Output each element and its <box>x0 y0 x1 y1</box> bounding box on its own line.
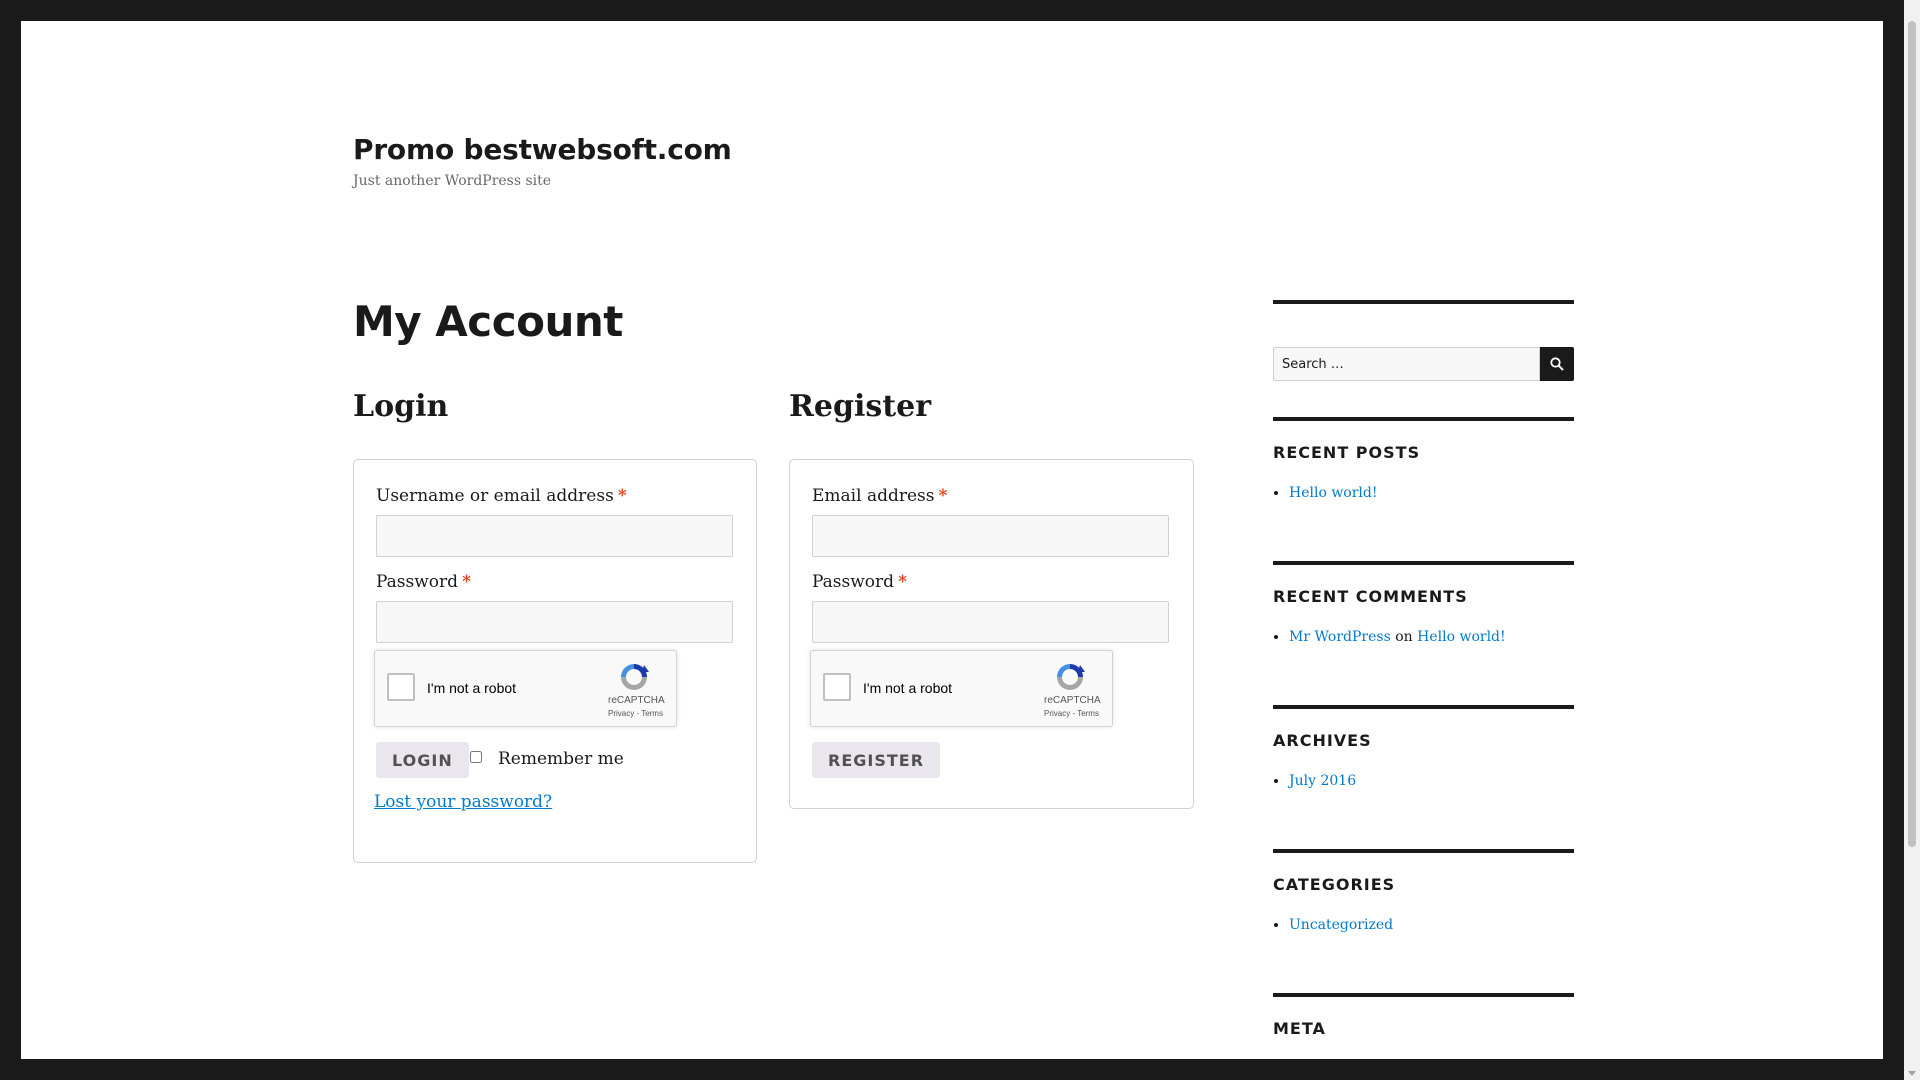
username-label: Username or email address * <box>376 486 627 506</box>
search-button[interactable] <box>1540 347 1574 381</box>
recent-comments-list: Mr WordPress on Hello world! <box>1273 629 1506 645</box>
recaptcha-label: I'm not a robot <box>427 680 517 696</box>
required-mark: * <box>938 486 948 506</box>
username-input[interactable] <box>376 515 733 557</box>
register-password-input[interactable] <box>812 601 1169 643</box>
page-title: My Account <box>353 297 623 346</box>
archives-title: ARCHIVES <box>1273 731 1372 750</box>
required-mark: * <box>462 572 471 592</box>
login-password-input[interactable] <box>376 601 733 643</box>
widget-divider <box>1273 417 1574 421</box>
categories-list: Uncategorized <box>1273 917 1393 933</box>
login-password-label: Password * <box>376 572 471 592</box>
recaptcha-icon <box>621 664 649 690</box>
recaptcha-label: I'm not a robot <box>863 680 953 696</box>
lost-password-link[interactable]: Lost your password? <box>374 792 552 812</box>
meta-title: META <box>1273 1019 1326 1038</box>
recaptcha-terms[interactable]: Privacy - Terms <box>608 709 663 718</box>
recaptcha-brand: reCAPTCHA <box>1044 695 1101 706</box>
recaptcha-logo: reCAPTCHA Privacy - Terms <box>1044 661 1101 721</box>
site-title[interactable]: Promo bestwebsoft.com <box>353 133 732 166</box>
search-input[interactable] <box>1273 347 1540 381</box>
recaptcha-checkbox[interactable] <box>387 673 415 701</box>
login-heading: Login <box>353 389 449 424</box>
recent-comments-title: RECENT COMMENTS <box>1273 587 1468 606</box>
email-input[interactable] <box>812 515 1169 557</box>
remember-me-checkbox[interactable] <box>470 751 482 763</box>
recent-post-link[interactable]: Hello world! <box>1289 485 1378 501</box>
login-button[interactable]: LOGIN <box>376 742 469 778</box>
register-form: Email address * Password * I'm not a robot… <box>789 459 1194 809</box>
widget-divider <box>1273 300 1574 304</box>
required-mark: * <box>617 486 627 506</box>
register-password-label: Password * <box>812 572 907 592</box>
username-label-text: Username or email address <box>376 486 614 506</box>
categories-title: CATEGORIES <box>1273 875 1396 894</box>
recaptcha-icon <box>1057 664 1085 690</box>
recaptcha-checkbox[interactable] <box>823 673 851 701</box>
category-link[interactable]: Uncategorized <box>1289 917 1393 933</box>
recent-posts-title: RECENT POSTS <box>1273 443 1421 462</box>
remember-me-label: Remember me <box>498 749 624 769</box>
login-recaptcha: I'm not a robot reCAPTCHA Privacy - Term… <box>374 650 677 727</box>
widget-divider <box>1273 561 1574 565</box>
register-button[interactable]: REGISTER <box>812 742 941 778</box>
search-icon <box>1550 357 1564 371</box>
required-mark: * <box>898 572 907 592</box>
comment-post-link[interactable]: Hello world! <box>1417 629 1506 645</box>
widget-divider <box>1273 705 1574 709</box>
list-item: Mr WordPress on Hello world! <box>1289 629 1506 645</box>
recaptcha-logo: reCAPTCHA Privacy - Terms <box>608 661 665 721</box>
email-label: Email address * <box>812 486 947 506</box>
remember-me[interactable]: Remember me <box>470 749 624 769</box>
register-recaptcha: I'm not a robot reCAPTCHA Privacy - Term… <box>810 650 1113 727</box>
page: Promo bestwebsoft.com Just another WordP… <box>21 21 1883 1059</box>
scroll-down-icon[interactable] <box>1908 1071 1916 1076</box>
scrollbar[interactable] <box>1904 0 1920 1080</box>
widget-divider <box>1273 849 1574 853</box>
list-item: Uncategorized <box>1289 917 1393 933</box>
archive-link[interactable]: July 2016 <box>1289 773 1356 789</box>
login-password-label-text: Password <box>376 572 459 592</box>
comment-connector: on <box>1395 629 1413 645</box>
login-form: Username or email address * Password * I'm… <box>353 459 757 863</box>
comment-author-link[interactable]: Mr WordPress <box>1289 629 1391 645</box>
list-item: July 2016 <box>1289 773 1356 789</box>
site-description: Just another WordPress site <box>353 173 552 189</box>
register-password-label-text: Password <box>812 572 895 592</box>
list-item: Hello world! <box>1289 485 1378 501</box>
recaptcha-terms[interactable]: Privacy - Terms <box>1044 709 1099 718</box>
email-label-text: Email address <box>812 486 935 506</box>
archives-list: July 2016 <box>1273 773 1356 789</box>
recaptcha-brand: reCAPTCHA <box>608 695 665 706</box>
register-heading: Register <box>789 389 932 424</box>
recent-posts-list: Hello world! <box>1273 485 1378 501</box>
widget-divider <box>1273 993 1574 997</box>
scrollbar-thumb[interactable] <box>1908 21 1916 847</box>
